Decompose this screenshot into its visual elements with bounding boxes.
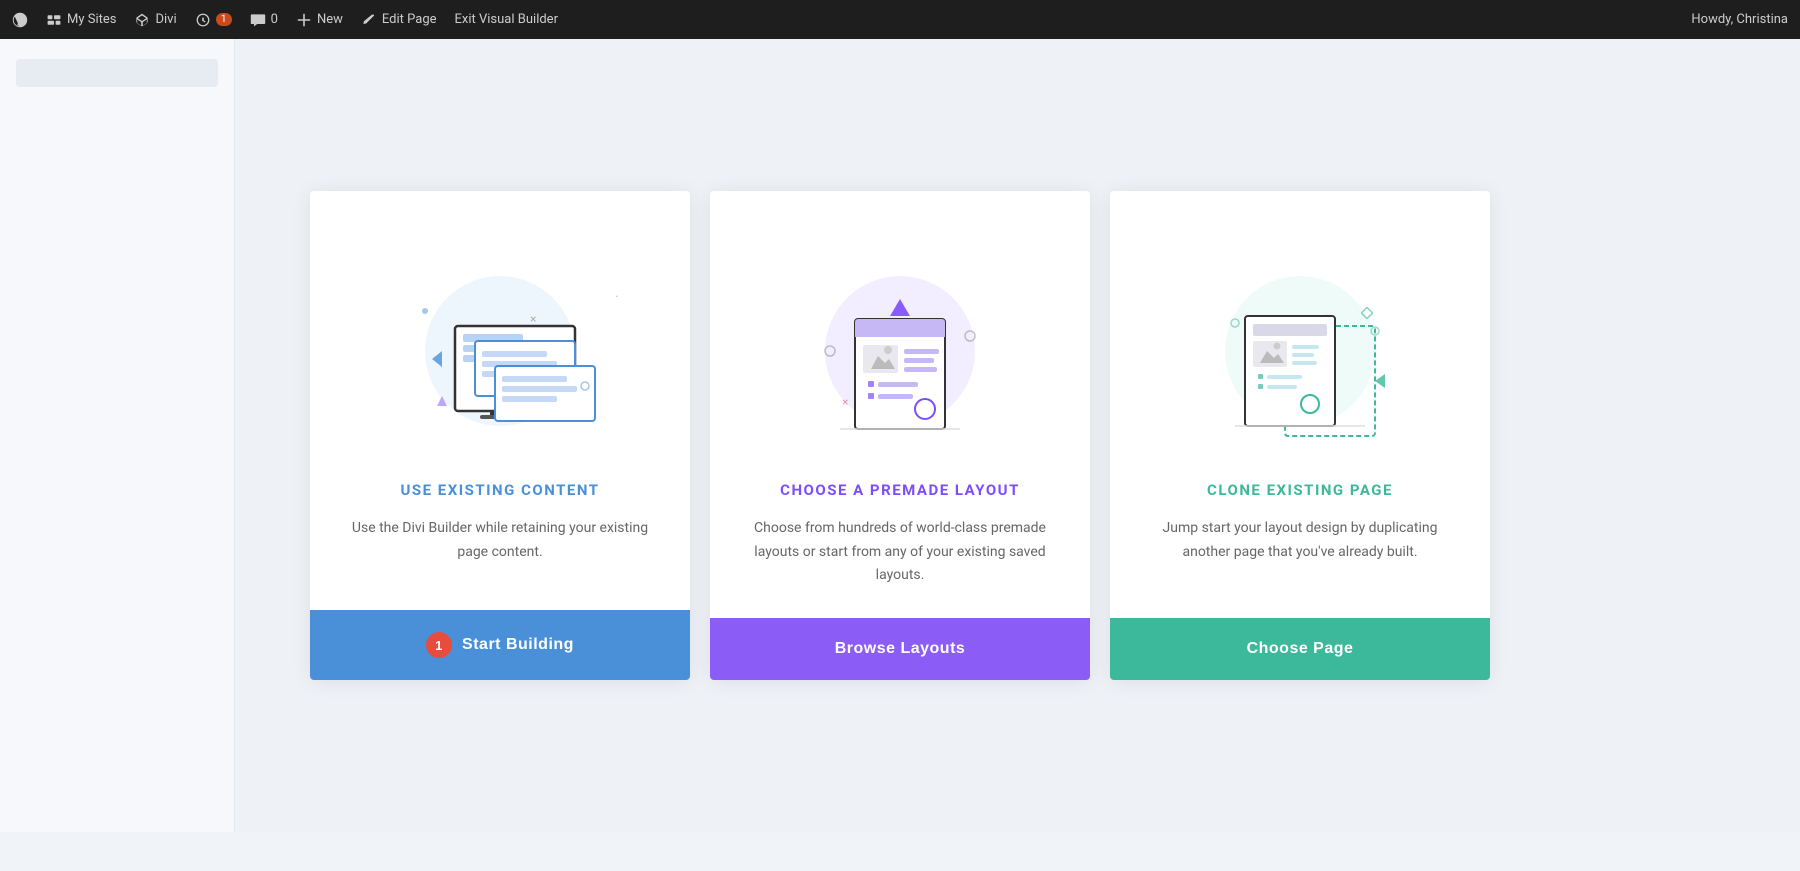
divi-label: Divi: [155, 12, 176, 27]
svg-text:×: ×: [842, 395, 848, 409]
choose-page-label: Choose Page: [1247, 640, 1354, 658]
comments-count: 0: [271, 12, 278, 27]
comments-menu[interactable]: 0: [250, 12, 278, 28]
exit-vb-button[interactable]: Exit Visual Builder: [455, 12, 558, 27]
edit-page-button[interactable]: Edit Page: [361, 12, 437, 28]
clone-existing-illustration: ×: [1160, 231, 1440, 451]
new-menu[interactable]: New: [296, 12, 343, 28]
clone-existing-card: ×: [1110, 191, 1490, 680]
clone-existing-body: ×: [1110, 191, 1490, 618]
start-building-button[interactable]: 1 Start Building: [310, 610, 690, 680]
wp-logo[interactable]: [12, 12, 28, 28]
use-existing-body: · ×: [310, 191, 690, 610]
choose-premade-card: ×: [710, 191, 1090, 680]
card1-description: Use the Divi Builder while retaining you…: [350, 517, 650, 565]
start-building-badge: 1: [426, 632, 452, 658]
card1-title: USE EXISTING CONTENT: [400, 481, 599, 499]
my-sites-label: My Sites: [67, 12, 116, 27]
greeting: Howdy, Christina: [1691, 12, 1788, 27]
exit-vb-label: Exit Visual Builder: [455, 12, 558, 27]
card2-title: CHOOSE A PREMADE LAYOUT: [780, 481, 1020, 499]
use-existing-illustration: · ×: [360, 231, 640, 451]
sidebar-hint: [0, 39, 235, 832]
use-existing-card: · ×: [310, 191, 690, 680]
svg-text:×: ×: [530, 312, 536, 326]
browse-layouts-button[interactable]: Browse Layouts: [710, 618, 1090, 680]
cards-container: · ×: [300, 191, 1500, 680]
card3-description: Jump start your layout design by duplica…: [1150, 517, 1450, 565]
divi-menu[interactable]: Divi: [134, 12, 176, 28]
main-content: · ×: [0, 39, 1800, 832]
choose-premade-body: ×: [710, 191, 1090, 618]
edit-page-label: Edit Page: [382, 12, 437, 27]
browse-layouts-label: Browse Layouts: [835, 640, 966, 658]
choose-page-button[interactable]: Choose Page: [1110, 618, 1490, 680]
svg-text:·: ·: [615, 289, 619, 305]
updates-count: 1: [216, 13, 232, 26]
card2-description: Choose from hundreds of world-class prem…: [750, 517, 1050, 588]
choose-premade-illustration: ×: [760, 231, 1040, 451]
start-building-label: Start Building: [462, 636, 574, 654]
card3-title: CLONE EXISTING PAGE: [1207, 481, 1393, 499]
new-label: New: [317, 12, 343, 27]
my-sites-menu[interactable]: My Sites: [46, 12, 116, 28]
admin-bar: My Sites Divi 1 0 New Edit Page Exit Vis…: [0, 0, 1800, 39]
updates-menu[interactable]: 1: [195, 12, 232, 28]
